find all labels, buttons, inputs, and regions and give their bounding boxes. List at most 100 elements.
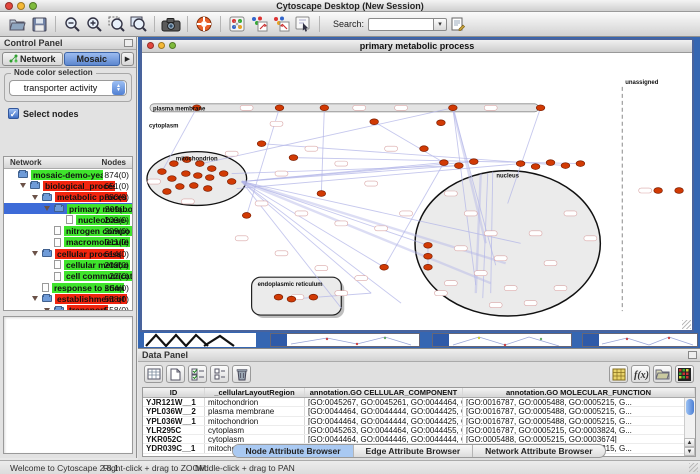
table-row[interactable]: YPL036W__1mitochondrion[GO:0044464, GO:0… (143, 417, 695, 426)
tree-row-nitrogen-compo[interactable]: nitrogen compo209(0) (4, 225, 132, 236)
tree-row-metabolic-process[interactable]: metabolic process280(0) (4, 192, 132, 203)
column-header[interactable]: _cellularLayoutRegion (205, 388, 305, 397)
zoom-out-icon[interactable] (62, 14, 82, 34)
background-window-fragment[interactable] (144, 333, 256, 347)
disclosure-triangle-icon[interactable] (32, 251, 38, 256)
network-node[interactable] (424, 264, 433, 270)
table-row[interactable]: YJR121W__1mitochondrion[GO:0045267, GO:0… (143, 398, 695, 407)
tree-row-biological-process[interactable]: biological_process651(0) (4, 180, 132, 191)
tree-row-nucleobase-[interactable]: nucleobase-209(0) (4, 214, 132, 225)
vizmapper-icon[interactable] (227, 14, 247, 34)
tab-edge-attribute-browser[interactable]: Edge Attribute Browser (353, 445, 473, 457)
network-node[interactable] (203, 186, 212, 192)
network-node[interactable] (287, 296, 296, 302)
network-node[interactable] (289, 155, 298, 161)
table-row[interactable]: YPL036W__2plasma membrane[GO:0044464, GO… (143, 407, 695, 416)
tab-node-attribute-browser[interactable]: Node Attribute Browser (233, 445, 352, 457)
network-node[interactable] (531, 164, 540, 170)
app-resize-grip[interactable] (689, 463, 698, 472)
background-window-fragment[interactable] (270, 333, 420, 347)
column-header[interactable]: annotation.GO CELLULAR_COMPONENT (305, 388, 463, 397)
tree-row-primary-metabo[interactable]: primary metabo209(... (4, 203, 132, 214)
network-node[interactable] (194, 173, 203, 179)
disclosure-triangle-icon[interactable] (20, 183, 26, 188)
bird-view-panel[interactable] (3, 316, 133, 454)
tab-network-attribute-browser[interactable]: Network Attribute Browser (472, 445, 604, 457)
snapshot-icon[interactable] (161, 14, 181, 34)
network-node[interactable] (424, 242, 433, 248)
network-node[interactable] (370, 119, 379, 125)
column-header[interactable]: ID (143, 388, 205, 397)
manual-layout-icon[interactable] (293, 14, 313, 34)
unselect-all-attributes-icon[interactable] (210, 365, 229, 383)
background-window-fragment[interactable] (432, 333, 572, 347)
network-node[interactable] (242, 213, 251, 219)
zoom-selected-icon[interactable] (106, 14, 126, 34)
tree-row-cellular-process[interactable]: cellular process614(0) (4, 248, 132, 259)
network-node[interactable] (158, 169, 167, 175)
function-builder-icon[interactable]: f(x) (631, 365, 650, 383)
select-nodes-checkbox[interactable]: ✓ (8, 108, 19, 119)
help-icon[interactable] (194, 14, 214, 34)
network-node[interactable] (470, 159, 479, 165)
layout-undo-icon[interactable] (249, 14, 269, 34)
background-window-fragment[interactable] (582, 333, 698, 347)
network-node[interactable] (654, 188, 663, 194)
network-node[interactable] (227, 179, 236, 185)
tree-row-transport[interactable]: transport558(0) (4, 305, 132, 311)
network-node[interactable] (207, 166, 216, 172)
matrix-icon[interactable] (609, 365, 628, 383)
network-node[interactable] (257, 141, 266, 147)
layout-redo-icon[interactable] (271, 14, 291, 34)
tree-row-cellular-metabo[interactable]: cellular metabo209(0) (4, 259, 132, 270)
select-all-attributes-icon[interactable] (188, 365, 207, 383)
float-data-panel-icon[interactable] (688, 351, 697, 359)
network-canvas[interactable]: plasma membranecytoplasmmitochondrionnuc… (142, 53, 692, 330)
network-node[interactable] (320, 105, 329, 111)
scrollbar-thumb[interactable] (686, 399, 694, 415)
network-node[interactable] (449, 105, 458, 111)
network-node[interactable] (219, 171, 228, 177)
network-node[interactable] (380, 264, 389, 270)
network-node[interactable] (455, 163, 464, 169)
network-node[interactable] (182, 171, 191, 177)
network-node[interactable] (168, 176, 177, 182)
network-node[interactable] (546, 160, 555, 166)
heatmap-icon[interactable] (675, 365, 694, 383)
zoom-fit-icon[interactable] (128, 14, 148, 34)
tab-mosaic[interactable]: Mosaic (64, 52, 120, 66)
disclosure-triangle-icon[interactable] (44, 308, 50, 311)
network-node[interactable] (309, 294, 318, 300)
disclosure-triangle-icon[interactable] (32, 195, 38, 200)
window-resize-grip[interactable] (682, 320, 691, 329)
network-window-titlebar[interactable]: primary metabolic process (142, 40, 692, 53)
network-view-window[interactable]: primary metabolic process plasma membran… (140, 38, 694, 332)
tree-row-mosaic-demo-yeast[interactable]: mosaic-demo-yeast874(0) (4, 169, 132, 180)
node-color-dropdown[interactable]: transporter activity ▲▼ (9, 80, 127, 96)
disclosure-triangle-icon[interactable] (44, 206, 50, 211)
network-node[interactable] (516, 161, 525, 167)
zoom-in-icon[interactable] (84, 14, 104, 34)
import-attributes-icon[interactable] (653, 365, 672, 383)
attribute-select-icon[interactable] (144, 365, 163, 383)
table-row[interactable]: YLR295Ccytoplasm[GO:0045263, GO:0044464,… (143, 426, 695, 435)
tree-row-macromolecule[interactable]: macromolecule311(0) (4, 237, 132, 248)
network-node[interactable] (561, 163, 570, 169)
tree-row-establishment-of-lo[interactable]: establishment of lo558(0) (4, 293, 132, 304)
network-node[interactable] (440, 160, 449, 166)
network-node[interactable] (536, 105, 545, 111)
network-node[interactable] (163, 189, 172, 195)
column-header[interactable]: annotation.GO MOLECULAR_FUNCTION (463, 388, 695, 397)
network-node[interactable] (190, 183, 199, 189)
search-dropdown-button[interactable]: ▾ (434, 18, 447, 31)
tree-row-response-to-stimulu[interactable]: response to stimulu264(0) (4, 282, 132, 293)
save-icon[interactable] (29, 14, 49, 34)
search-input[interactable] (368, 18, 434, 31)
network-node[interactable] (420, 146, 429, 152)
network-node[interactable] (675, 188, 684, 194)
network-node[interactable] (205, 175, 214, 181)
delete-attribute-icon[interactable] (232, 365, 251, 383)
more-tabs-button[interactable]: ▶ (121, 52, 134, 66)
network-node[interactable] (424, 253, 433, 259)
disclosure-triangle-icon[interactable] (32, 296, 38, 301)
